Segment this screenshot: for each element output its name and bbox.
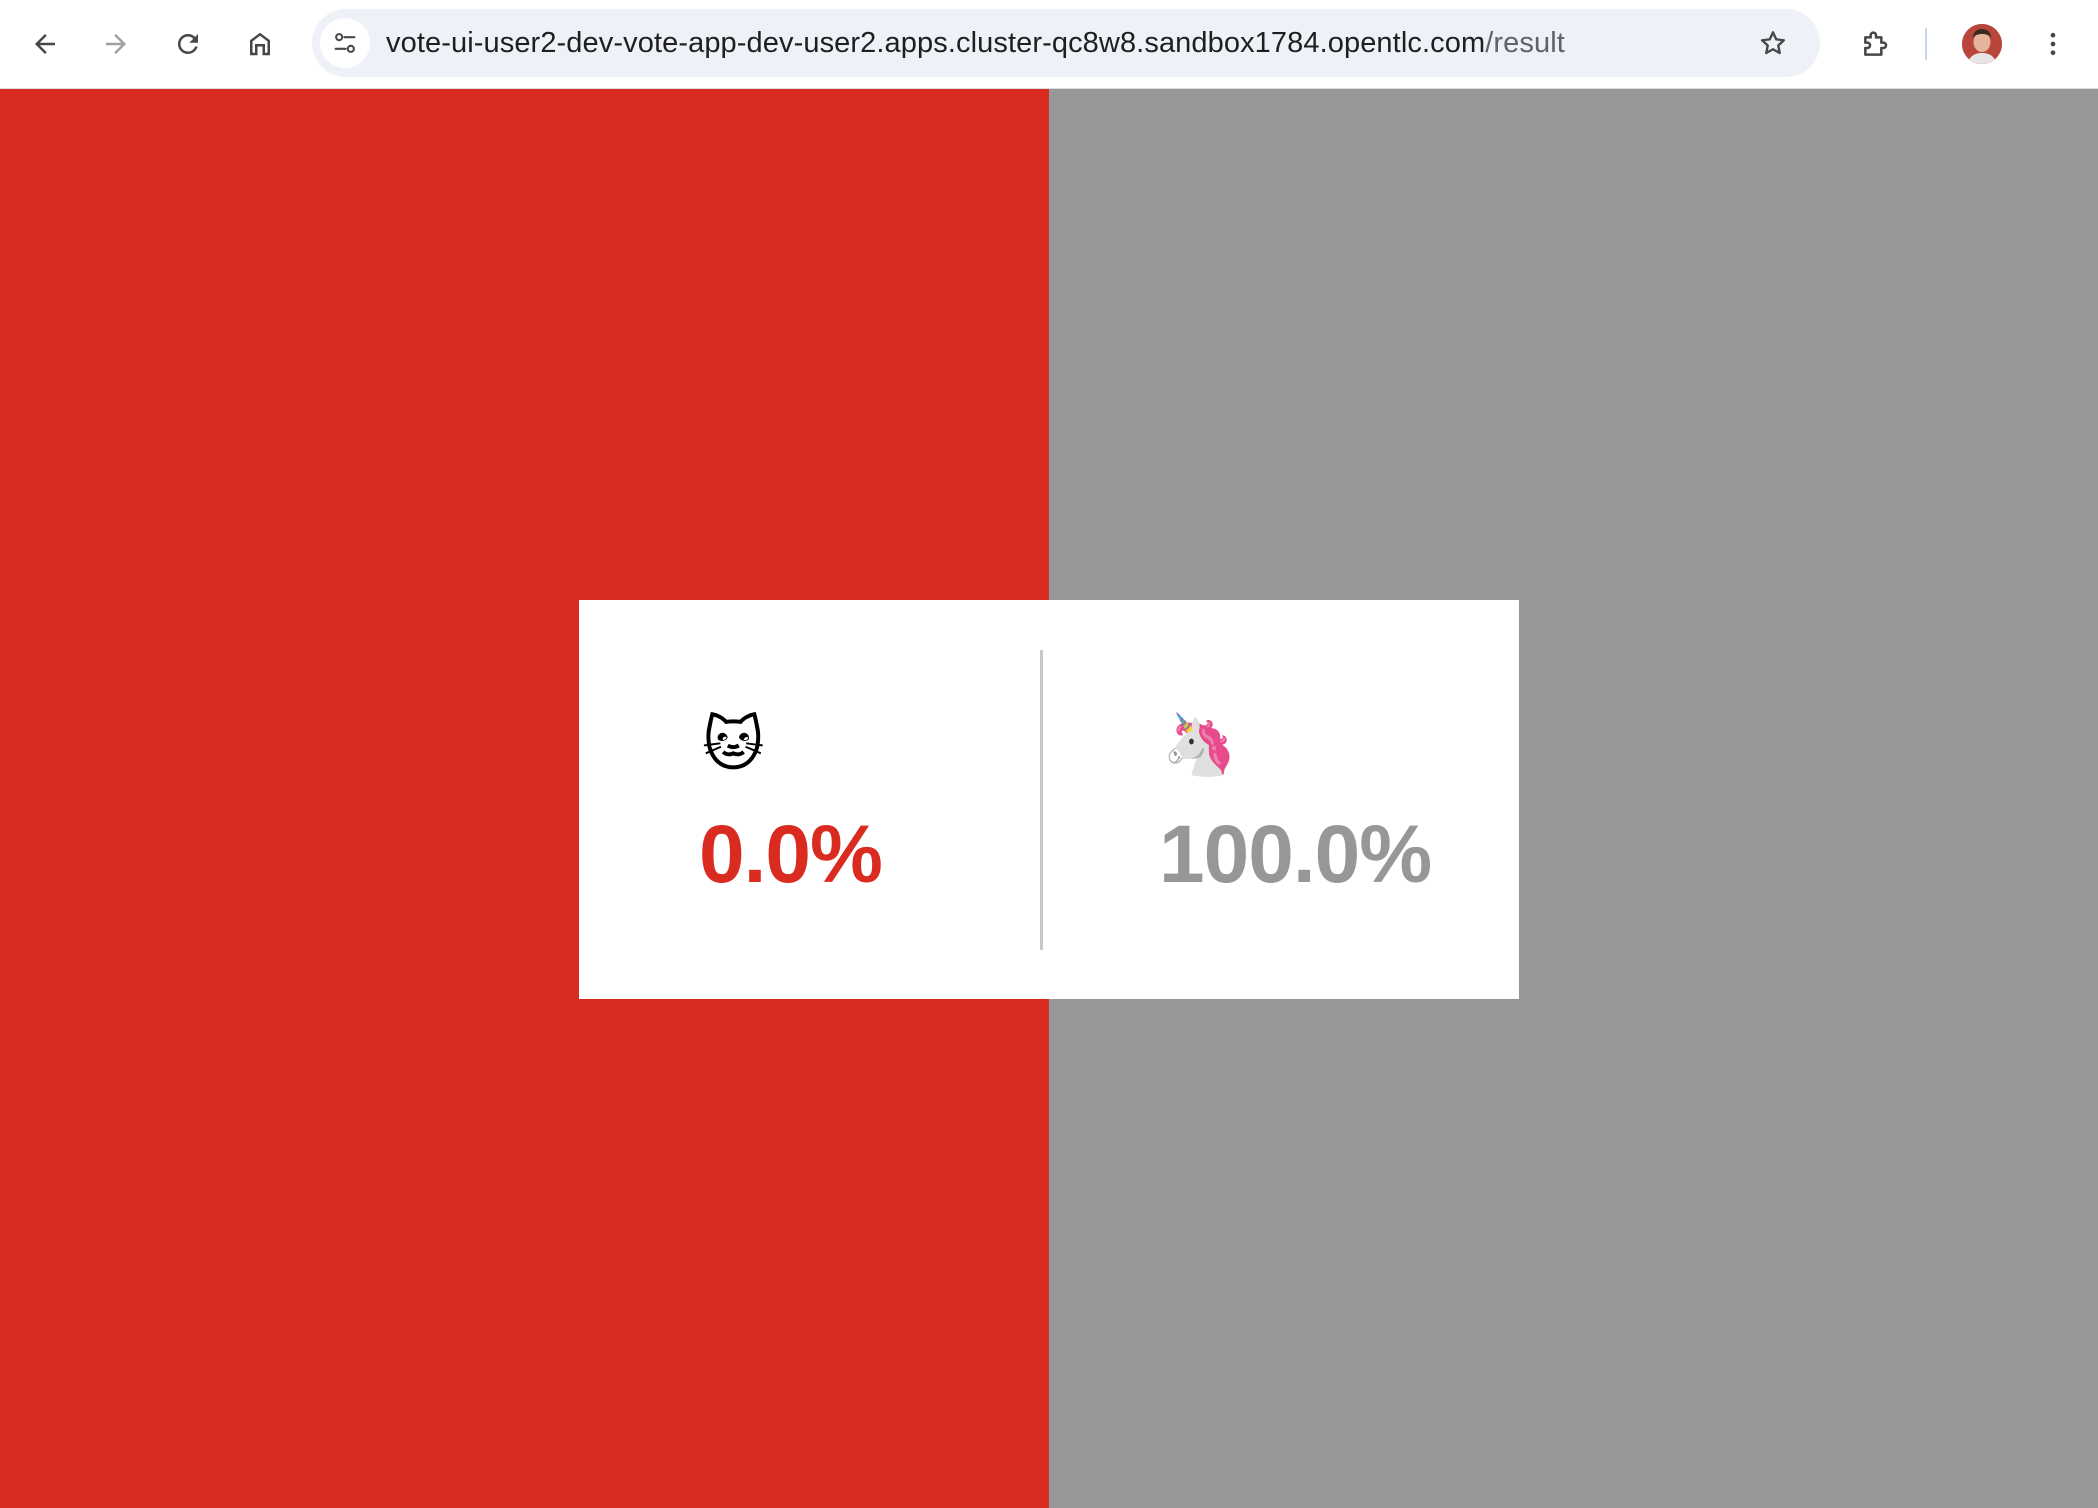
address-bar[interactable]: vote-ui-user2-dev-vote-app-dev-user2.app… [312,9,1820,77]
back-button[interactable] [20,19,70,69]
site-info-button[interactable] [320,18,370,68]
cat-face-icon: 🐱 [702,710,765,780]
browser-toolbar: vote-ui-user2-dev-vote-app-dev-user2.app… [0,0,2098,89]
url-path: /result [1485,27,1565,59]
browser-menu-button[interactable] [2028,19,2078,69]
page-viewport: 🐱 0.0% 🦄 100.0% [0,89,2098,1508]
bookmark-button[interactable] [1748,18,1798,68]
url-text[interactable]: vote-ui-user2-dev-vote-app-dev-user2.app… [386,9,1565,77]
arrow-left-icon [35,34,55,54]
result-card: 🐱 0.0% 🦄 100.0% [579,600,1519,999]
forward-button[interactable] [91,19,141,69]
toolbar-divider [1925,28,1927,60]
option-b-result: 🦄 100.0% [1043,600,1519,999]
extensions-button[interactable] [1851,19,1901,69]
option-b-percent: 100.0% [1159,809,1432,900]
avatar-image [1962,24,2002,64]
puzzle-icon [1864,31,1888,56]
url-host: vote-ui-user2-dev-vote-app-dev-user2.app… [386,27,1486,59]
option-a-result: 🐱 0.0% [579,600,1040,999]
tune-icon [334,33,356,53]
star-icon [1760,31,1786,55]
arrow-right-icon [106,34,126,54]
home-button[interactable] [235,19,285,69]
unicorn-icon: 🦄 [1162,710,1237,780]
kebab-menu-icon [2050,32,2056,56]
profile-avatar[interactable] [1962,24,2002,64]
reload-icon [177,33,198,54]
option-a-percent: 0.0% [699,809,883,900]
home-icon [250,32,270,56]
reload-button[interactable] [163,19,213,69]
